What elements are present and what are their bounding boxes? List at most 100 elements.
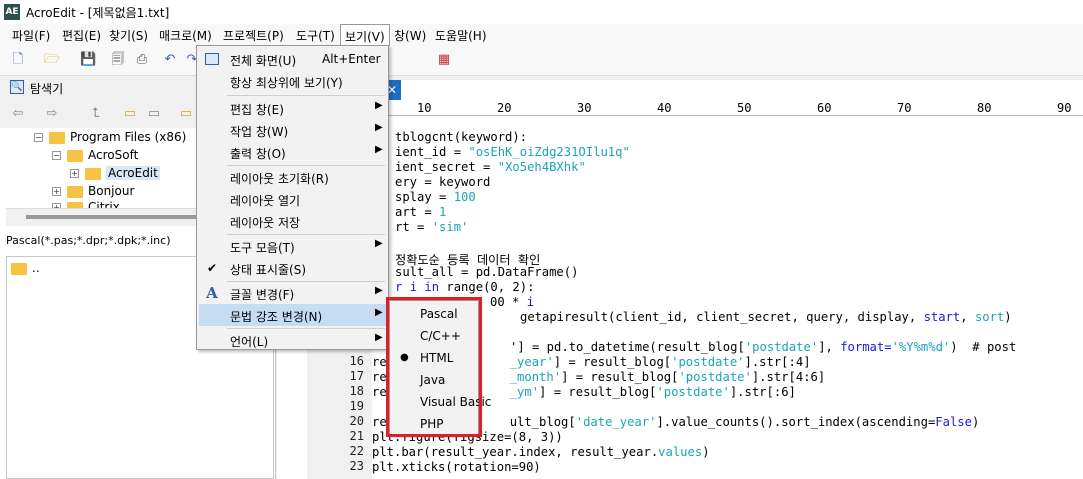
code-line: ery = keyword [395,175,491,189]
line-number: 22 [349,444,364,458]
menu-item-reset-layout[interactable]: 레이아웃 초기화(R) [199,166,386,188]
tree-item-label: AcroEdit [106,166,160,180]
code-line: 00 * i [490,295,535,309]
expand-icon[interactable]: + [70,169,79,178]
view-menu-dropdown: 전체 화면(U) Alt+Enter 항상 최상위에 보기(Y) 편집 창(E)… [196,45,389,350]
new-file-icon[interactable]: 🗋 [10,52,26,68]
print-icon[interactable]: ⎙ [134,52,150,68]
tree-item[interactable]: − AcroSoft [52,148,138,162]
submenu-arrow-icon: ▶ [375,122,383,133]
folder-up-icon[interactable]: ⮤ [88,106,104,122]
folder-icon [85,167,101,180]
open-folder-icon[interactable]: 🗁 [44,52,60,68]
menu-item-label: 편집 창(E) [230,103,284,117]
list-item[interactable]: .. [11,261,40,275]
menu-macro[interactable]: 매크로(M) [159,27,212,44]
annotation-highlight-box [386,297,482,437]
menu-item-syntax-highlight[interactable]: 문법 강조 변경(N) ▶ [199,304,386,326]
submenu-arrow-icon: ▶ [375,285,383,296]
submenu-arrow-icon: ▶ [375,144,383,155]
menu-window[interactable]: 창(W) [394,27,426,44]
ruler-tick: 30 [577,101,592,115]
code-line: '] = pd.to_datetime(result_blog['postdat… [510,340,1017,354]
tree-item[interactable]: + Citrix [52,200,120,208]
favorite-folder-icon[interactable]: ▭ [178,106,194,122]
menu-tools[interactable]: 도구(T) [296,27,335,44]
menu-item-label: 작업 창(W) [230,125,289,139]
tree-item[interactable]: − Program Files (x86) [34,130,186,144]
menu-item-open-layout[interactable]: 레이아웃 열기 [199,188,386,210]
menu-item-save-layout[interactable]: 레이아웃 저장 [199,210,386,232]
submenu-arrow-icon: ▶ [375,332,383,343]
menu-item-label: 출력 창(O) [230,147,286,161]
line-number: 21 [349,429,364,443]
menu-project[interactable]: 프로젝트(P) [223,27,284,44]
folder-icon [11,262,27,275]
menu-item-work-window[interactable]: 작업 창(W) ▶ [199,119,386,141]
menu-find[interactable]: 찾기(S) [109,27,148,44]
print-preview-icon[interactable]: 🗐 [110,52,126,68]
menu-item-label: 레이아웃 초기화(R) [230,172,329,186]
back-icon[interactable]: ⇦ [10,106,26,122]
expand-icon[interactable]: + [52,187,61,196]
tree-item-label: AcroSoft [88,148,139,162]
menu-item-change-font[interactable]: A 글꼴 변경(F) ▶ [199,282,386,304]
menu-separator [227,95,385,96]
save-icon[interactable]: 💾 [80,52,96,68]
drive-icon[interactable]: ▭ [146,106,162,122]
fullscreen-icon [205,53,219,65]
submenu-arrow-icon: ▶ [375,307,383,318]
code-line: ient_secret = "Xo5eh4BXhk" [395,160,586,174]
font-icon: A [206,284,218,302]
folder-icon [67,185,83,198]
menu-item-label: 도구 모음(T) [230,241,295,255]
forward-icon[interactable]: ⇨ [44,106,60,122]
ruler-tick: 10 [417,101,432,115]
tree-item-label: Citrix [88,200,120,208]
code-line: art = 1 [395,205,447,219]
menu-item-label: 글꼴 변경(F) [230,288,295,302]
ruler-tick: 70 [897,101,912,115]
tree-item-label: Bonjour [88,184,135,198]
menu-help[interactable]: 도움말(H) [435,27,487,44]
line-number: 20 [349,414,364,428]
menu-item-output-window[interactable]: 출력 창(O) ▶ [199,141,386,163]
menu-item-toolbars[interactable]: 도구 모음(T) ▶ [199,235,386,257]
ruler-tick: 20 [497,101,512,115]
collapse-icon[interactable]: − [52,151,61,160]
code-line: plt.xticks(rotation=90) [372,460,541,474]
collapse-icon[interactable]: − [34,133,43,142]
menu-item-label: 문법 강조 변경(N) [230,310,323,324]
new-folder-icon[interactable]: ▭ [122,106,138,122]
ruler-tick: 40 [657,101,672,115]
folder-icon [49,131,65,144]
calendar-icon[interactable]: ▦ [436,52,452,68]
menu-view[interactable]: 보기(V) [340,24,390,46]
ruler-tick: 50 [737,101,752,115]
tree-item[interactable]: + Bonjour [52,184,134,198]
menu-item-label: 언어(L) [230,335,269,349]
code-line: r i in range(0, 2): [395,280,535,294]
ruler-tick: 80 [977,101,992,115]
menu-item-status-bar[interactable]: ✔ 상태 표시줄(S) [199,257,386,279]
menu-item-always-on-top[interactable]: 항상 최상위에 보기(Y) [199,70,386,92]
menu-item-label: 항상 최상위에 보기(Y) [230,76,343,90]
window-title: AcroEdit - [제목없음1.txt] [26,6,170,20]
menu-file[interactable]: 파일(F) [12,27,50,44]
line-number: 17 [349,369,364,383]
menu-item-shortcut: Alt+Enter [322,52,381,66]
explorer-icon: 🔍 [10,80,24,94]
menu-item-fullscreen[interactable]: 전체 화면(U) Alt+Enter [199,48,386,70]
undo-icon[interactable]: ↶ [162,52,178,68]
menu-item-label: 레이아웃 저장 [230,216,301,230]
tree-item-selected[interactable]: + AcroEdit [70,166,160,180]
menu-item-label: 전체 화면(U) [230,54,297,68]
scrollbar-thumb[interactable] [26,215,206,219]
tab-strip: ✕ [277,80,1083,100]
tree-item-label: Program Files (x86) [70,130,187,144]
menu-edit[interactable]: 편집(E) [62,27,101,44]
checkmark-icon: ✔ [206,261,218,275]
menu-item-language[interactable]: 언어(L) ▶ [199,329,386,351]
list-item-label: .. [32,261,40,275]
menu-item-edit-window[interactable]: 편집 창(E) ▶ [199,97,386,119]
